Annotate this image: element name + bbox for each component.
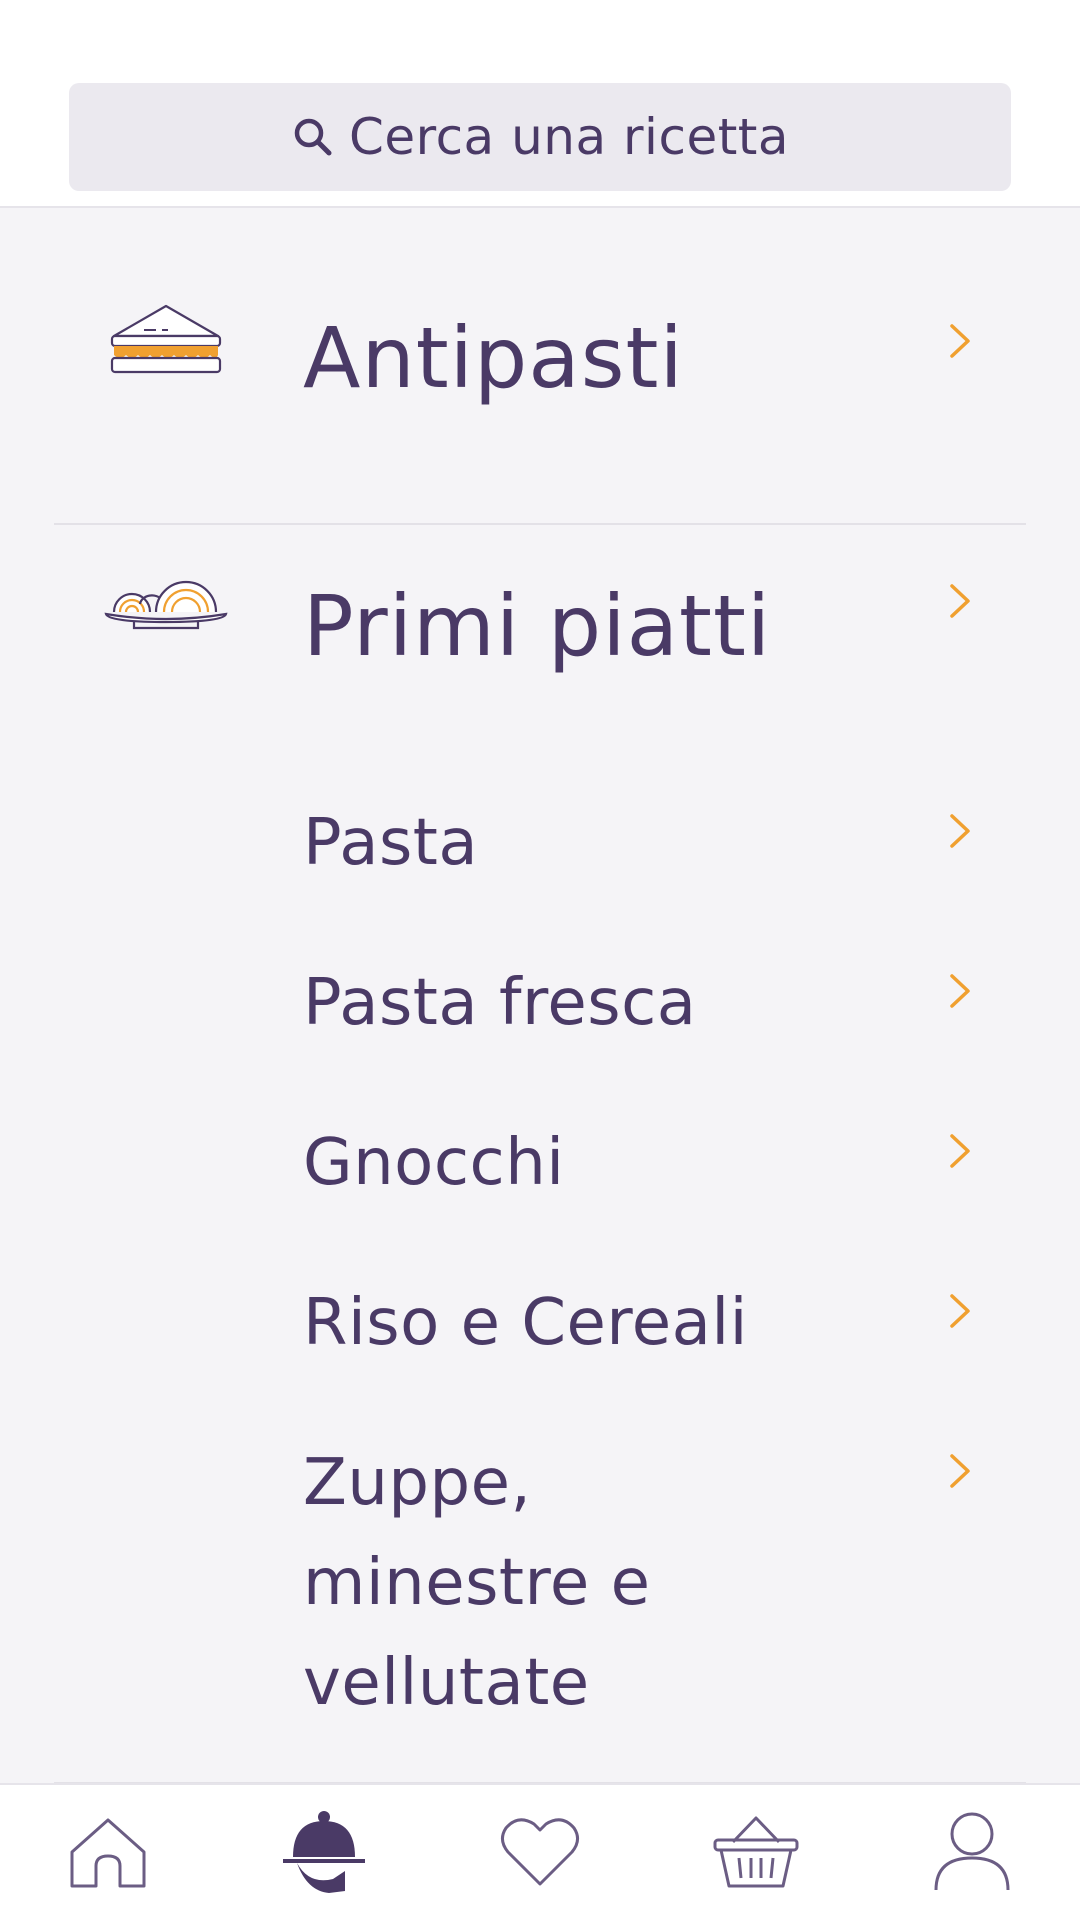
category-title: Antipasti (303, 309, 684, 407)
nav-profile[interactable] (922, 1807, 1022, 1897)
nav-favorites[interactable] (490, 1807, 590, 1897)
subcategory-label: Zuppe, minestre e vellutate (303, 1446, 651, 1720)
category-title: Primi piatti (303, 577, 772, 675)
chevron-right-icon (950, 1294, 970, 1328)
chevron-right-icon (950, 1454, 970, 1488)
chevron-right-icon (950, 814, 970, 848)
heart-icon (501, 1818, 579, 1886)
subcategory-pasta[interactable]: Pasta (0, 788, 1080, 898)
nav-recipes[interactable] (274, 1807, 374, 1897)
sandwich-icon (110, 304, 222, 374)
chevron-right-icon (950, 974, 970, 1008)
chevron-right-icon (950, 584, 970, 618)
subcategory-label: Pasta fresca (303, 966, 697, 1040)
subcategory-riso-e-cereali[interactable]: Riso e Cereali (0, 1268, 1080, 1378)
bottom-nav (0, 1783, 1080, 1922)
category-list: Antipasti Primi piatti Pasta Pasta fresc… (0, 208, 1080, 1783)
basket-icon (713, 1816, 799, 1888)
search-placeholder: Cerca una ricetta (348, 108, 790, 166)
nav-home[interactable] (58, 1807, 158, 1897)
chevron-right-icon (950, 1134, 970, 1168)
header: Cerca una ricetta (0, 0, 1080, 208)
subcategory-zuppe[interactable]: Zuppe, minestre e vellutate (0, 1428, 1080, 1738)
nav-basket[interactable] (706, 1807, 806, 1897)
search-icon (294, 118, 332, 156)
subcategory-label: Riso e Cereali (303, 1286, 748, 1360)
divider (54, 523, 1026, 525)
pasta-plate-icon (104, 580, 228, 630)
user-icon (934, 1812, 1010, 1891)
subcategory-gnocchi[interactable]: Gnocchi (0, 1108, 1080, 1218)
search-bar[interactable]: Cerca una ricetta (69, 83, 1011, 191)
subcategory-label: Gnocchi (303, 1126, 565, 1200)
category-antipasti[interactable]: Antipasti (0, 298, 1080, 448)
chevron-right-icon (950, 324, 970, 358)
home-icon (70, 1818, 146, 1888)
category-primi-piatti[interactable]: Primi piatti (0, 558, 1080, 708)
chef-hat-icon (283, 1811, 365, 1893)
subcategory-label: Pasta (303, 806, 479, 880)
subcategory-pasta-fresca[interactable]: Pasta fresca (0, 948, 1080, 1058)
